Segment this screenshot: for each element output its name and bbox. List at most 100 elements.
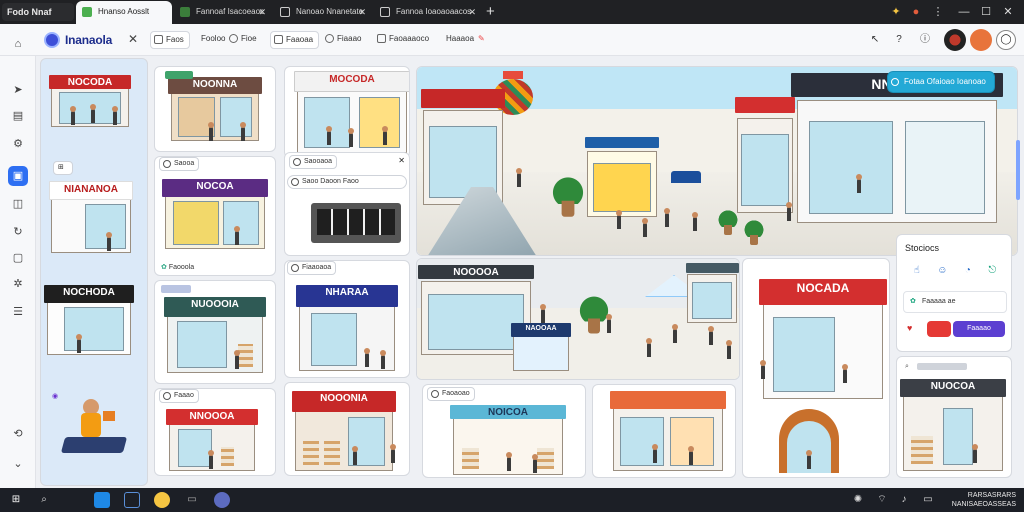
store-thumbnail[interactable]: NUOOOIA: [164, 297, 266, 373]
store-thumbnail[interactable]: NOCODA: [48, 75, 132, 127]
scrollbar-thumb[interactable]: [1016, 140, 1020, 200]
tab-2[interactable]: Fannoaf Isacoeaoc ✕: [174, 1, 272, 24]
list-icon[interactable]: ☰: [8, 302, 28, 322]
card-chip[interactable]: Faaao: [159, 389, 199, 403]
image-card[interactable]: MOCODA: [284, 66, 410, 158]
chevron-down-icon[interactable]: ⌄: [8, 454, 28, 474]
toolbar-item-1[interactable]: Faos: [150, 31, 190, 49]
chat-icon[interactable]: ▢: [8, 248, 28, 268]
image-card[interactable]: NOOOOA NAOOAA: [416, 258, 740, 380]
account-icon[interactable]: ◯: [996, 30, 1016, 50]
tab-3[interactable]: Nanoao Nnanetate ✕: [274, 1, 372, 24]
store-thumbnail[interactable]: NOCHODA: [44, 285, 134, 355]
color-swatch-button[interactable]: [927, 321, 951, 337]
image-card[interactable]: NOOONIA: [284, 382, 410, 476]
rotate-icon[interactable]: ⟲: [8, 424, 28, 444]
maximize-icon[interactable]: ☐: [978, 4, 994, 20]
store-thumbnail[interactable]: NOCOA: [162, 179, 268, 249]
heart-icon[interactable]: ♥: [907, 323, 912, 333]
window-icon[interactable]: [124, 492, 140, 508]
image-card[interactable]: [592, 384, 736, 478]
primary-action-button[interactable]: Faaaao: [953, 321, 1005, 337]
home-icon[interactable]: ⌂: [8, 34, 28, 54]
toolbar-item-2[interactable]: Fooloo: [186, 31, 230, 49]
browser-icon[interactable]: [154, 492, 170, 508]
toolbar-item-5[interactable]: Fiaaao: [322, 31, 366, 49]
image-card[interactable]: ⌕ NUOCOA: [896, 356, 1012, 478]
close-icon[interactable]: ✕: [468, 1, 476, 23]
tab-active[interactable]: Hnanso Aosslt: [76, 1, 172, 24]
image-card[interactable]: Faoaoao NOICOA: [422, 384, 586, 478]
image-card[interactable]: NOCADA: [742, 258, 890, 478]
app-icon[interactable]: [94, 492, 110, 508]
app-icon[interactable]: [214, 492, 230, 508]
smile-icon[interactable]: ☺: [937, 265, 947, 285]
profile-icon[interactable]: ●: [908, 4, 924, 20]
info-icon[interactable]: ⓘ: [916, 31, 934, 49]
minimize-icon[interactable]: —: [956, 4, 972, 20]
image-card[interactable]: NUOOOIA: [154, 280, 276, 384]
card-chip[interactable]: Fiaaoaoa: [287, 261, 337, 275]
brand[interactable]: Inanaola: [44, 30, 112, 50]
gear-icon[interactable]: ✲: [8, 274, 28, 294]
extension-icon[interactable]: ✦: [888, 4, 904, 20]
image-card[interactable]: NOONNA: [154, 66, 276, 152]
store-thumbnail[interactable]: NUOCOA: [900, 379, 1006, 471]
close-icon[interactable]: ✕: [258, 1, 266, 23]
image-card[interactable]: Faaao NNOOOA: [154, 388, 276, 476]
tab-4[interactable]: Fannoa Ioaoaoaacos ✕: [374, 1, 482, 24]
settings-icon[interactable]: ⚙: [8, 134, 28, 154]
hand-icon[interactable]: ☝: [914, 265, 920, 285]
store-thumbnail[interactable]: NNOOOA: [166, 409, 258, 471]
image-card[interactable]: Saooaoa ✕ Saoo Daoon Faoo: [284, 152, 410, 256]
overlay-action-badge[interactable]: Fotaa Ofaioao Ioanoao: [887, 71, 995, 93]
toolbar-item-7[interactable]: Haaaoa ✎: [440, 31, 490, 49]
panel-row[interactable]: ✿ Faaaaa ae: [903, 291, 1007, 313]
app-name-badge[interactable]: Fodo Nnaf: [2, 3, 74, 21]
search-icon[interactable]: ⌕: [36, 492, 52, 508]
card-chip[interactable]: Saooaoa: [289, 155, 338, 169]
store-thumbnail[interactable]: NHARAA: [296, 285, 398, 371]
avatar[interactable]: [944, 29, 966, 51]
sidebar-preview-column[interactable]: NOCODA ⊞ NIANANOA NOCHODA ◉: [40, 58, 148, 486]
history-icon[interactable]: ↻: [8, 222, 28, 242]
help-icon[interactable]: ?: [890, 31, 908, 49]
close-icon[interactable]: ✕: [398, 156, 405, 165]
network-icon[interactable]: ✺: [850, 492, 866, 508]
toolbar-item-4[interactable]: Faaoaa: [270, 31, 320, 49]
toolbar-item-6[interactable]: Faoaaaoco: [374, 31, 434, 49]
card-chip[interactable]: Faoaoao: [427, 387, 475, 401]
store-thumbnail[interactable]: [609, 391, 727, 471]
store-thumbnail[interactable]: NOCADA: [759, 279, 887, 399]
search-icon[interactable]: ⌕: [901, 361, 913, 375]
drop-icon[interactable]: ◔: [965, 265, 971, 285]
new-tab-button[interactable]: +: [486, 2, 495, 22]
image-card[interactable]: Saooa NOCOA ✿ Faooola: [154, 156, 276, 276]
document-icon[interactable]: ▤: [8, 106, 28, 126]
folder-icon[interactable]: ▭: [184, 492, 200, 508]
link-icon[interactable]: ⎋: [988, 265, 996, 285]
battery-icon[interactable]: ▭: [920, 492, 936, 508]
close-icon[interactable]: ✕: [128, 32, 138, 46]
toolbar-item-3[interactable]: Fioe: [226, 31, 262, 49]
hero-image[interactable]: NNAOA Fotaa Ofaioao Ioanoao: [416, 66, 1018, 256]
system-clock[interactable]: RARSASRARS NANISAEOASSEAS: [952, 491, 1016, 509]
store-thumbnail[interactable]: MOCODA: [293, 71, 409, 153]
cursor-icon[interactable]: ↖: [866, 31, 884, 49]
card-chip[interactable]: Saooa: [159, 157, 200, 171]
store-thumbnail[interactable]: NIANANOA: [48, 181, 134, 253]
wifi-icon[interactable]: ⌔: [874, 492, 890, 508]
store-thumbnail[interactable]: NOICOA: [449, 405, 567, 475]
image-card[interactable]: Fiaaoaoa NHARAA: [284, 260, 410, 378]
layers-icon[interactable]: ◫: [8, 194, 28, 214]
volume-icon[interactable]: ♪: [896, 492, 912, 508]
close-window-icon[interactable]: ✕: [1000, 4, 1016, 20]
search-bar[interactable]: Saoo Daoon Faoo: [287, 175, 407, 189]
store-thumbnail[interactable]: NOOONIA: [292, 391, 396, 471]
send-icon[interactable]: ➤: [8, 80, 28, 100]
store-thumbnail[interactable]: NOONNA: [168, 77, 262, 141]
menu-icon[interactable]: ⋮: [930, 4, 946, 20]
start-icon[interactable]: ⊞: [8, 492, 24, 508]
image-icon[interactable]: ▣: [8, 166, 28, 186]
avatar[interactable]: [970, 29, 992, 51]
